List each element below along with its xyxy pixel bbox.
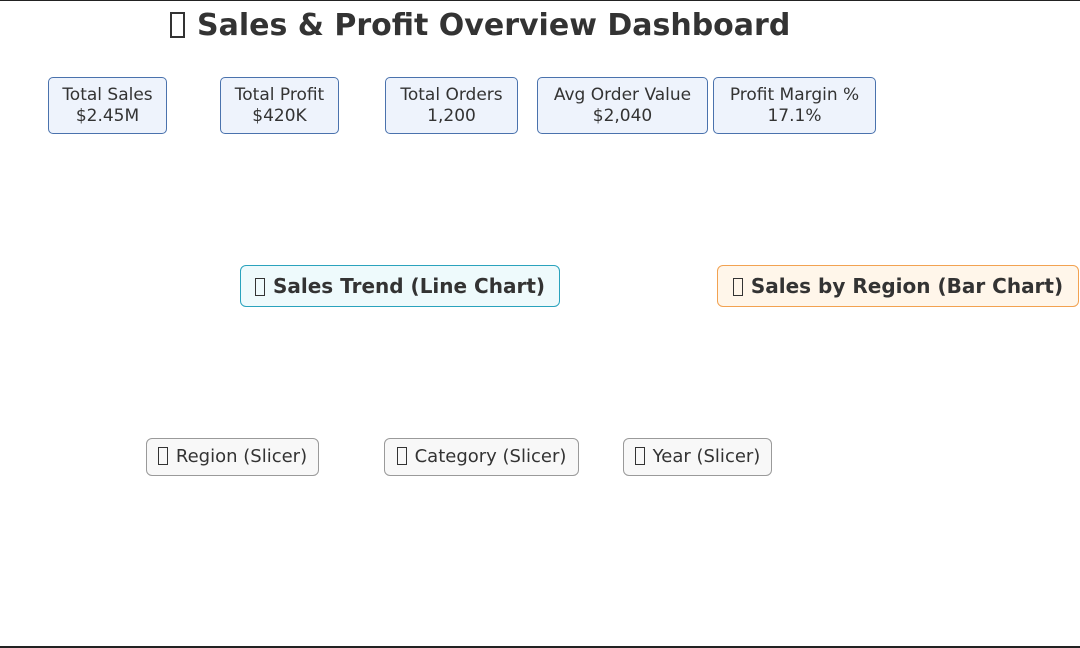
slicer-label: Region (Slicer) xyxy=(175,446,308,467)
kpi-card-total-sales[interactable]: Total Sales $2.45M xyxy=(48,77,167,134)
kpi-card-avg-order-value[interactable]: Avg Order Value $2,040 xyxy=(537,77,708,134)
kpi-label: Profit Margin % xyxy=(729,85,860,105)
kpi-label: Avg Order Value xyxy=(553,85,692,105)
slicer-label: Category (Slicer) xyxy=(414,446,567,467)
dashboard-title-text: Sales & Profit Overview Dashboard xyxy=(197,8,791,43)
kpi-card-total-profit[interactable]: Total Profit $420K xyxy=(220,77,339,134)
kpi-value: $420K xyxy=(252,106,307,126)
missing-glyph-icon xyxy=(732,278,743,296)
slicer-label: Year (Slicer) xyxy=(652,446,761,467)
region-slicer[interactable]: Region (Slicer) xyxy=(146,438,319,476)
kpi-card-total-orders[interactable]: Total Orders 1,200 xyxy=(385,77,518,134)
missing-glyph-icon xyxy=(396,447,407,465)
sales-by-region-label: Sales by Region (Bar Chart) xyxy=(750,274,1064,298)
missing-glyph-icon xyxy=(254,278,265,296)
sales-by-region-chart-placeholder[interactable]: Sales by Region (Bar Chart) xyxy=(717,265,1079,307)
kpi-label: Total Orders xyxy=(400,85,503,105)
kpi-value: $2,040 xyxy=(592,106,653,126)
sales-trend-label: Sales Trend (Line Chart) xyxy=(272,274,546,298)
missing-glyph-icon xyxy=(170,12,185,38)
kpi-label: Total Profit xyxy=(234,85,325,105)
kpi-value: 1,200 xyxy=(427,106,476,126)
kpi-value: 17.1% xyxy=(767,106,822,126)
kpi-label: Total Sales xyxy=(62,85,153,105)
kpi-value: $2.45M xyxy=(75,106,140,126)
missing-glyph-icon xyxy=(157,447,168,465)
year-slicer[interactable]: Year (Slicer) xyxy=(623,438,772,476)
missing-glyph-icon xyxy=(634,447,645,465)
sales-trend-chart-placeholder[interactable]: Sales Trend (Line Chart) xyxy=(240,265,560,307)
dashboard-title: Sales & Profit Overview Dashboard xyxy=(170,8,790,44)
kpi-card-profit-margin[interactable]: Profit Margin % 17.1% xyxy=(713,77,876,134)
category-slicer[interactable]: Category (Slicer) xyxy=(384,438,579,476)
